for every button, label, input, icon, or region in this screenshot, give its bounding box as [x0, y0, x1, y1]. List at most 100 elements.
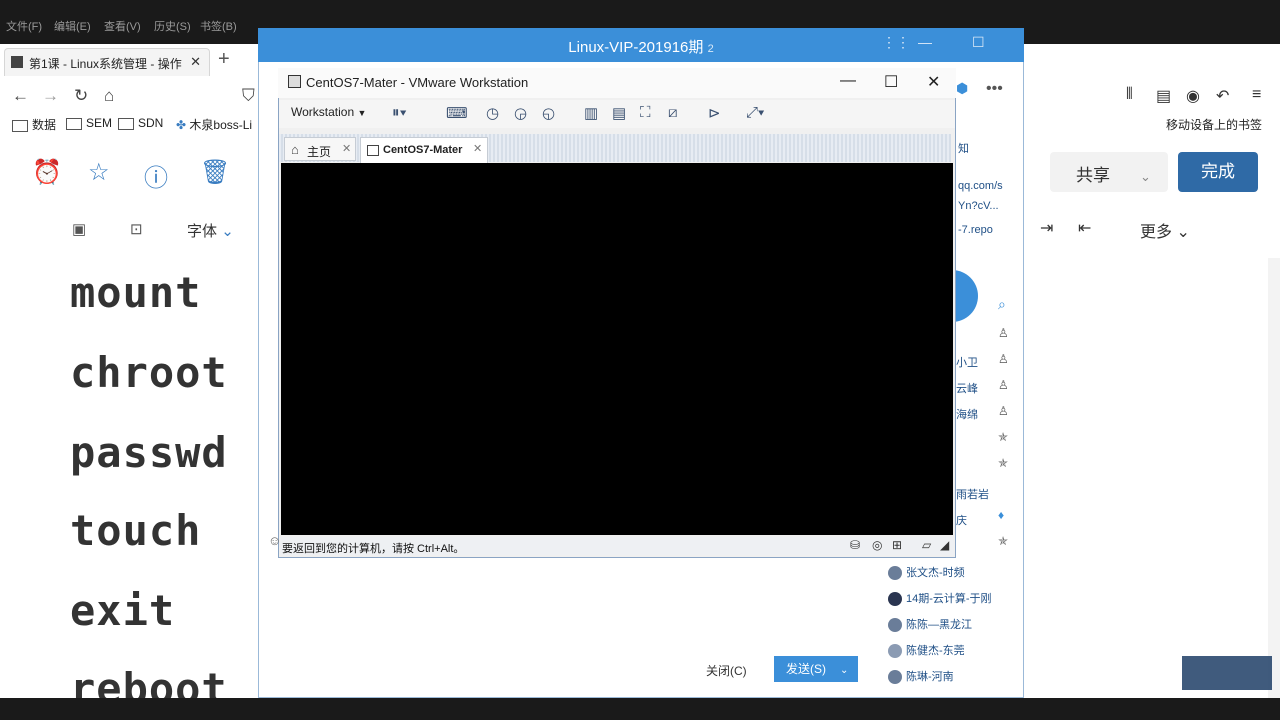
snapshot-icon[interactable]: ◷ — [486, 104, 499, 122]
vm-console-screen[interactable] — [281, 163, 953, 535]
outdent-icon[interactable]: ⇤ — [1078, 218, 1091, 238]
close-chat-button[interactable]: 关闭(C) — [706, 662, 747, 679]
back-icon[interactable]: ← — [12, 86, 29, 106]
lock-icon[interactable]: ⊡ — [130, 220, 143, 238]
library-panel-icon[interactable]: ▥ — [584, 104, 598, 122]
snapshot-manager-icon[interactable]: ◵ — [542, 104, 555, 122]
tab-home[interactable]: ⌂ 主页 ✕ — [284, 137, 356, 161]
note-line: mount — [70, 268, 202, 317]
user-icon: ♙ — [998, 378, 1009, 392]
menu-edit[interactable]: 编辑(E) — [54, 18, 91, 34]
sidebar-icon[interactable]: ▤ — [1156, 86, 1171, 106]
attachment-icon[interactable]: ▣ — [72, 220, 86, 238]
chat-title-badge: 2 — [707, 43, 714, 55]
menu-icon[interactable]: ≡ — [1252, 86, 1261, 104]
app-icon[interactable]: ⬢ — [956, 80, 968, 97]
bookmark-label: 数据 — [32, 118, 57, 132]
member-item[interactable]: 张文杰-时频 — [888, 564, 965, 581]
vm-icon — [367, 145, 379, 156]
full-screen-icon[interactable]: ⛶ — [640, 104, 651, 121]
bookmark-sdn[interactable]: SDN — [118, 116, 163, 130]
menu-view[interactable]: 查看(V) — [104, 18, 141, 34]
bookmark-label: 木泉boss-Li — [189, 118, 253, 132]
avatar — [888, 592, 902, 607]
avatar — [888, 644, 902, 659]
close-tab-icon[interactable]: ✕ — [190, 54, 201, 70]
library-icon[interactable]: ⫴ — [1126, 86, 1133, 104]
menu-bookmarks[interactable]: 书签(B) — [200, 18, 237, 34]
minimize-icon[interactable]: — — [840, 72, 856, 90]
emoji-icon[interactable]: ☺ — [268, 533, 281, 548]
vmware-logo-icon — [288, 75, 301, 88]
close-icon[interactable]: ✕ — [927, 72, 940, 92]
trash-icon[interactable]: 🗑 — [200, 158, 230, 187]
console-icon[interactable]: ⊳ — [708, 104, 721, 122]
new-tab-icon[interactable]: + — [218, 48, 230, 71]
cdrom-icon[interactable]: ◎ — [872, 538, 882, 552]
font-menu-label: 字体 — [187, 223, 218, 240]
member-name-fragment: 雨若岩 — [956, 489, 989, 501]
share-button[interactable]: 共享 ⌄ — [1050, 152, 1168, 192]
tab-vm[interactable]: CentOS7-Mater ✕ — [360, 137, 488, 163]
indent-icon[interactable]: ⇥ — [1040, 218, 1053, 238]
bookmark-label: SEM — [86, 116, 113, 130]
shield-icon[interactable]: ⛉ — [242, 86, 255, 106]
member-item[interactable]: 陈健杰-东莞 — [888, 642, 965, 659]
home-icon[interactable]: ⌂ — [104, 86, 114, 106]
member-name: 14期-云计算-于刚 — [906, 593, 992, 605]
maximize-icon[interactable]: ☐ — [884, 72, 898, 92]
unity-icon[interactable]: ⧄ — [668, 104, 678, 121]
minimize-icon[interactable]: — — [918, 34, 932, 50]
done-button[interactable]: 完成 — [1178, 152, 1258, 192]
reload-icon[interactable]: ↻ — [74, 86, 88, 106]
alarm-icon[interactable]: ⏰ — [32, 158, 62, 187]
member-item[interactable]: 陈琳-河南 — [888, 668, 954, 685]
bookmark-data[interactable]: 数据 — [12, 116, 56, 133]
undo-icon[interactable]: ↶ — [1216, 86, 1229, 106]
bookmark-sem[interactable]: SEM — [66, 116, 112, 130]
snapshot-restore-icon[interactable]: ◶ — [514, 104, 527, 122]
power-icon[interactable]: ⏸▾ — [392, 104, 407, 121]
star-icon[interactable]: ☆ — [88, 158, 110, 187]
browser-tab-title: 第1课 - Linux系统管理 - 操作 — [29, 57, 182, 71]
settings-icon[interactable]: ⋮⋮ — [882, 34, 910, 51]
message-log-icon[interactable]: ▱ — [922, 538, 931, 552]
menu-history[interactable]: 历史(S) — [154, 18, 191, 34]
close-tab-icon[interactable]: ✕ — [473, 142, 482, 155]
info-icon[interactable]: ⓘ — [144, 158, 168, 193]
chat-title-label: Linux-VIP-201916期 — [568, 39, 704, 56]
chevron-down-icon: ⌄ — [1176, 224, 1190, 241]
network-icon[interactable]: ⊞ — [892, 538, 902, 552]
browser-tab[interactable]: 第1课 - Linux系统管理 - 操作 ✕ — [4, 48, 210, 76]
send-ctrl-alt-del-icon[interactable]: ⌨ — [446, 104, 468, 122]
search-icon[interactable]: ⌕ — [998, 296, 1006, 313]
tab-label: CentOS7-Mater — [383, 144, 463, 156]
maximize-icon[interactable]: ☐ — [972, 34, 985, 51]
chat-title-bar[interactable]: Linux-VIP-201916期 2 ⋮⋮ — ☐ — [258, 28, 1024, 62]
mobile-bookmarks[interactable]: 移动设备上的书签 — [1166, 116, 1262, 133]
account-icon[interactable]: ◉ — [1186, 86, 1200, 106]
status-message: 要返回到您的计算机，请按 Ctrl+Alt。 — [282, 543, 465, 555]
share-label: 共享 — [1076, 166, 1110, 185]
chevron-down-icon: ⌄ — [840, 665, 849, 676]
send-button[interactable]: 发送(S) ⌄ — [774, 656, 858, 682]
note-line: passwd — [70, 428, 228, 477]
member-item[interactable]: 14期-云计算-于刚 — [888, 590, 992, 607]
close-tab-icon[interactable]: ✕ — [342, 142, 351, 155]
more-options-icon[interactable]: ••• — [986, 80, 1003, 98]
scrollbar[interactable] — [1268, 258, 1280, 698]
thumbnail-bar-icon[interactable]: ▤ — [612, 104, 626, 122]
tab-label: 主页 — [307, 145, 332, 159]
member-item[interactable]: 陈陈—黑龙江 — [888, 616, 972, 633]
stretch-view-icon[interactable]: ⤢▾ — [746, 104, 764, 121]
user-icon: ♙ — [998, 326, 1009, 340]
chat-text-fragment: 知 — [958, 143, 969, 155]
menu-file[interactable]: 文件(F) — [6, 18, 42, 34]
forward-icon[interactable]: → — [42, 86, 59, 106]
member-name: 陈陈—黑龙江 — [906, 619, 972, 631]
more-menu[interactable]: 更多 ⌄ — [1140, 218, 1190, 242]
workstation-menu[interactable]: Workstation ▼ — [291, 105, 366, 119]
hard-disk-icon[interactable]: ⛁ — [850, 538, 860, 552]
font-menu[interactable]: 字体 ⌄ — [187, 220, 234, 241]
bookmark-boss[interactable]: ✤ 木泉boss-Li — [176, 116, 252, 133]
